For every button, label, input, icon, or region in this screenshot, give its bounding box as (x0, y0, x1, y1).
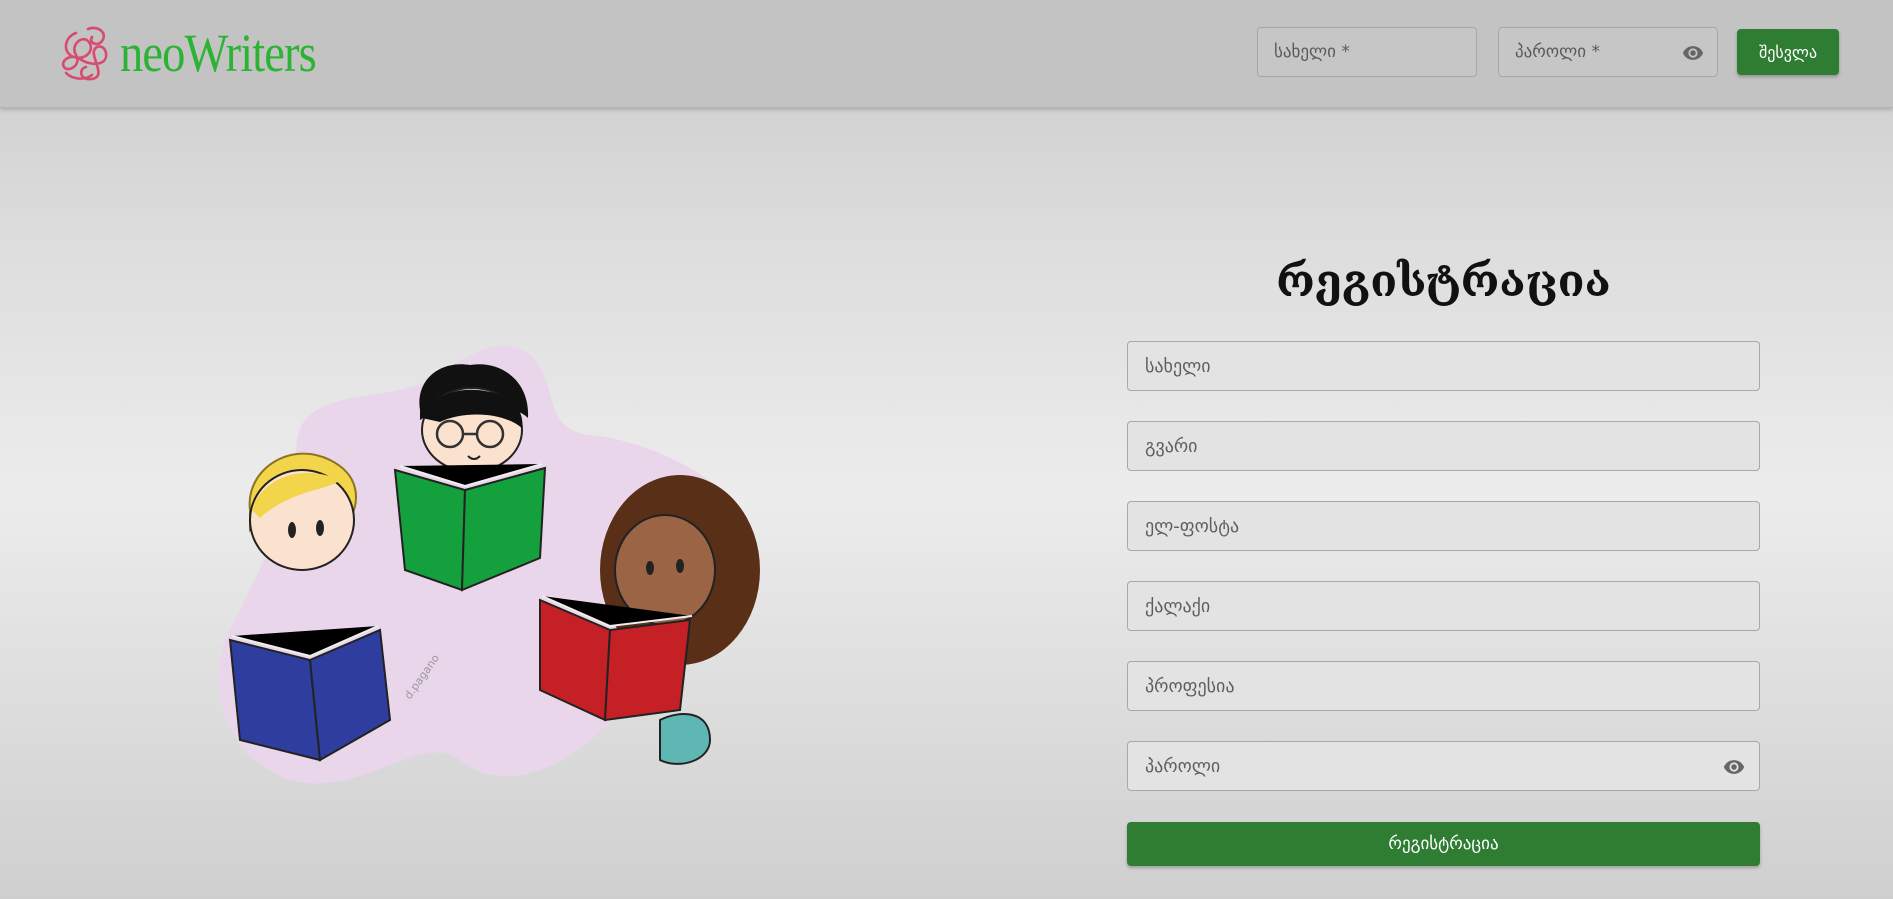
password-field[interactable]: პაროლი (1127, 741, 1760, 791)
eye-icon[interactable] (1722, 756, 1746, 778)
password-placeholder: პაროლი (1145, 755, 1221, 777)
email-field[interactable]: ელ-ფოსტა (1127, 501, 1760, 551)
city-placeholder: ქალაქი (1145, 595, 1211, 617)
children-reading-illustration: d.pagano (218, 345, 760, 784)
registration-title: რეგისტრაცია (1276, 256, 1611, 307)
profession-placeholder: პროფესია (1145, 675, 1235, 697)
city-field[interactable]: ქალაქი (1127, 581, 1760, 631)
first-name-field[interactable]: სახელი (1127, 341, 1760, 391)
header-username-placeholder: სახელი * (1274, 42, 1350, 62)
top-bar: neoWriters სახელი * პაროლი * შესვლა (0, 0, 1893, 108)
login-button[interactable]: შესვლა (1737, 29, 1839, 75)
register-button[interactable]: რეგისტრაცია (1127, 822, 1760, 866)
header-password-placeholder: პაროლი * (1515, 42, 1600, 62)
eye-icon[interactable] (1681, 42, 1705, 64)
scribble-logo-icon (61, 26, 108, 81)
profession-field[interactable]: პროფესია (1127, 661, 1760, 711)
first-name-placeholder: სახელი (1145, 355, 1211, 377)
email-placeholder: ელ-ფოსტა (1145, 515, 1240, 537)
last-name-field[interactable]: გვარი (1127, 421, 1760, 471)
brand-name: neoWriters (120, 23, 317, 83)
header-password-input[interactable]: პაროლი * (1498, 27, 1718, 77)
last-name-placeholder: გვარი (1145, 435, 1198, 457)
brand-logo[interactable]: neoWriters (58, 22, 348, 84)
header-username-input[interactable]: სახელი * (1257, 27, 1477, 77)
